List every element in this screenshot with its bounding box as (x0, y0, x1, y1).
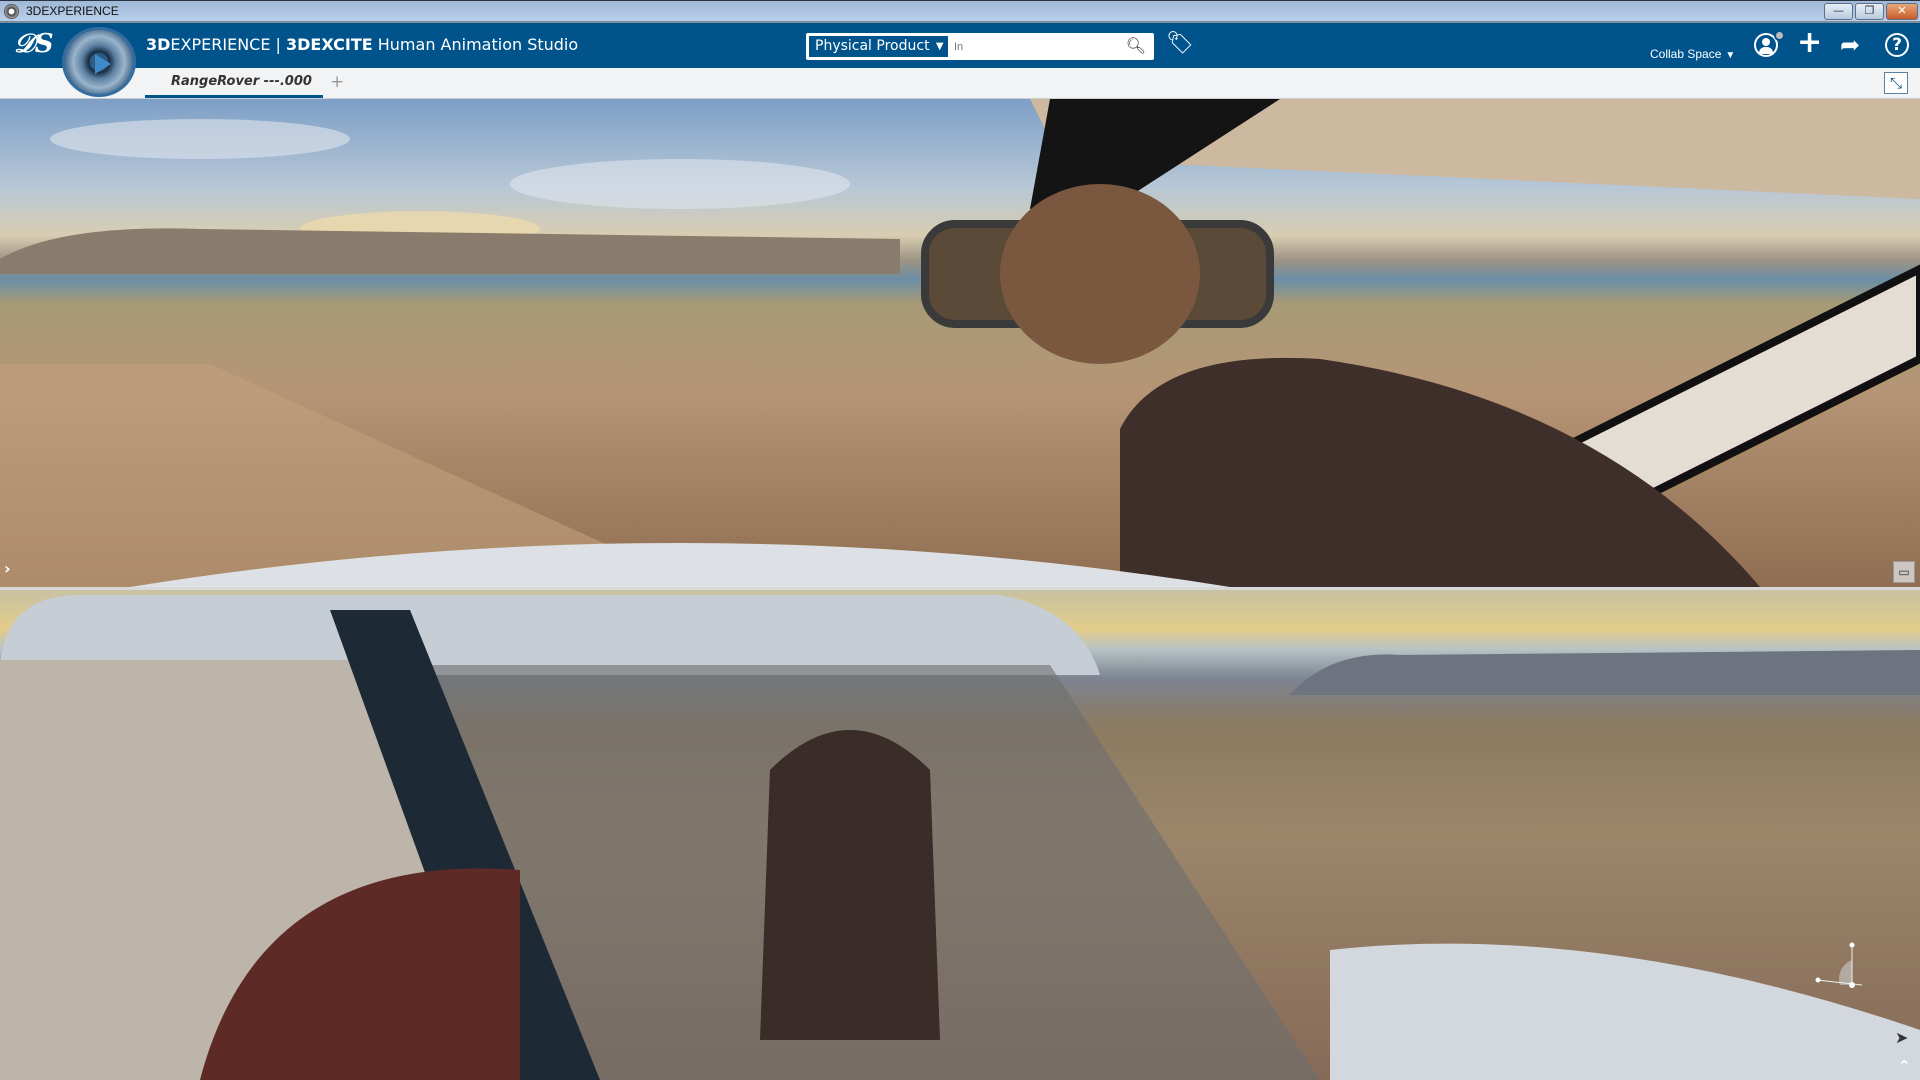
search-icon[interactable]: 🔍︎ (1126, 36, 1146, 56)
search-scope-label: Physical Product (815, 38, 930, 54)
compass-icon[interactable] (62, 27, 136, 97)
mesa (1290, 650, 1920, 695)
help-icon[interactable]: ? (1885, 33, 1909, 57)
viewport-top-driver-view[interactable]: › ▭ (0, 99, 1920, 587)
exterior-view-scene (0, 590, 1920, 1080)
expand-panel-chevron-icon[interactable]: › (4, 559, 11, 579)
search-box: Physical Product ▼ 🔍︎ (806, 33, 1154, 60)
minimize-button[interactable]: — (1824, 3, 1853, 20)
search-scope-dropdown[interactable]: Physical Product ▼ (809, 36, 948, 57)
play-icon (95, 54, 111, 74)
viewport-bottom-exterior-view[interactable]: ➤ ⌃ (0, 590, 1920, 1080)
cloud (50, 119, 350, 159)
product-name: 3DEXCITE (286, 35, 373, 54)
top-bar: 𝒟S 3DEXPERIENCE | 3DEXCITE Human Animati… (0, 23, 1920, 68)
plus-icon[interactable]: + (1797, 28, 1822, 58)
viewport-toggle-button[interactable]: ▭ (1893, 561, 1915, 583)
app-title: 3DEXPERIENCE | 3DEXCITE Human Animation … (146, 35, 578, 55)
collab-space-dropdown[interactable]: Collab Space ▼ (1650, 45, 1745, 63)
chevron-down-icon: ▼ (935, 41, 944, 52)
app-icon (4, 4, 19, 19)
minimize-view-icon[interactable]: ⤡ (1884, 72, 1908, 94)
cursor-arrow-icon: ➤ (1895, 1028, 1909, 1047)
collab-space-label: Collab Space (1650, 47, 1722, 61)
cloud (510, 159, 850, 209)
tab-bar: RangeRover ---.000 + ⤡ (0, 68, 1920, 99)
driver-view-scene (0, 99, 1920, 587)
add-tab-button[interactable]: + (330, 72, 344, 92)
tab-rangerover[interactable]: RangeRover ---.000 (145, 68, 323, 98)
driver-character (760, 730, 940, 1040)
search-input[interactable] (954, 37, 1114, 56)
robot-axis-icon[interactable] (1812, 940, 1872, 990)
brand-prefix: 3D (146, 35, 171, 54)
chevron-up-icon[interactable]: ⌃ (1898, 1056, 1911, 1076)
close-button[interactable]: ✕ (1886, 3, 1918, 20)
brand-separator: | (270, 35, 287, 54)
share-icon[interactable]: ➦ (1840, 33, 1860, 57)
tag-icon[interactable]: 🏷︎ (1166, 31, 1194, 57)
restore-button[interactable]: ❐ (1855, 3, 1884, 20)
brand-rest: EXPERIENCE (170, 35, 271, 54)
notification-badge (1774, 30, 1785, 41)
ds-logo-icon: 𝒟S (14, 29, 54, 59)
app-name: Human Animation Studio (372, 35, 579, 54)
hand (1000, 184, 1200, 364)
window-title: 3DEXPERIENCE (26, 4, 119, 18)
chevron-down-icon: ▼ (1725, 50, 1736, 61)
window-title-bar: 3DEXPERIENCE — ❐ ✕ (0, 0, 1920, 23)
